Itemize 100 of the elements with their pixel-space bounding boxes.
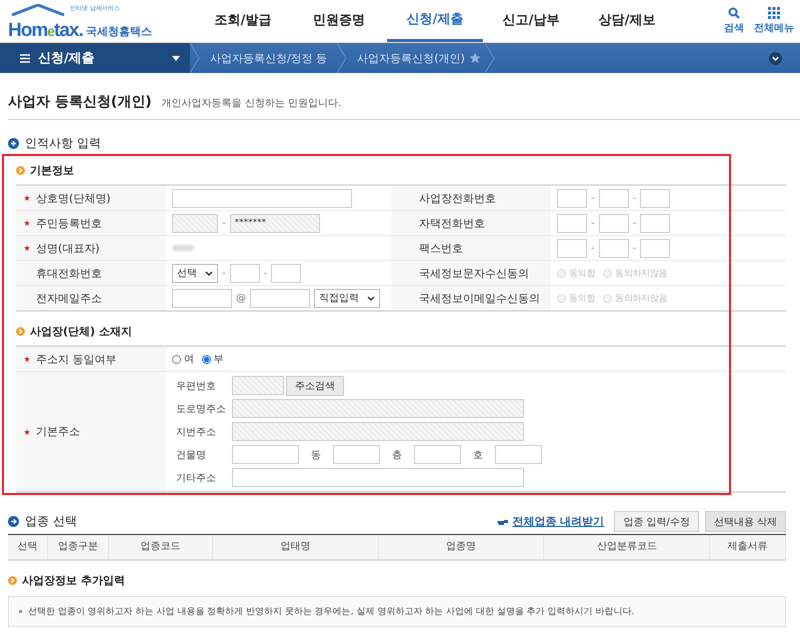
- arrow-circle-icon: [16, 166, 25, 175]
- nav-tab[interactable]: 신고/납부: [483, 0, 579, 42]
- page-title: 사업자 등록신청(개인): [8, 93, 152, 111]
- field-label: 기본주소: [36, 424, 80, 439]
- download-link[interactable]: 전체업종 내려받기: [497, 514, 604, 529]
- column-header: 제출서류: [710, 535, 786, 559]
- action-button[interactable]: 업종 입력/수정: [614, 511, 699, 532]
- separator: -: [591, 218, 595, 228]
- field-label: 사업장전화번호: [419, 192, 496, 204]
- field-label: 지번주소: [176, 426, 217, 438]
- carrier-select[interactable]: 선택: [172, 264, 218, 282]
- field-label: 건물명: [176, 448, 207, 462]
- input-field[interactable]: [333, 445, 380, 464]
- grid-icon: [768, 7, 780, 19]
- input-field[interactable]: [495, 445, 542, 464]
- subsection-title: 기본정보: [30, 163, 74, 178]
- field-label: 층: [391, 448, 403, 462]
- house-roof-icon: [10, 4, 66, 16]
- separator: -: [632, 242, 636, 254]
- radio-option[interactable]: 부: [202, 352, 224, 366]
- field-label: 주민등록번호: [36, 216, 102, 230]
- chevron-icon: [190, 43, 200, 73]
- page-subtitle: 개인사업자등록을 신청하는 민원입니다.: [162, 97, 342, 110]
- address-search-button[interactable]: 주소검색: [286, 376, 344, 396]
- input-field[interactable]: [557, 188, 587, 208]
- subsection-title: 사업장정보 추가입력: [22, 573, 125, 588]
- input-field[interactable]: [598, 188, 629, 208]
- blurred-name: [172, 245, 194, 251]
- section-title: 인적사항 입력: [25, 135, 101, 152]
- input-field[interactable]: [414, 445, 461, 464]
- field-label: 휴대전화번호: [36, 266, 102, 280]
- menu-dropdown[interactable]: 신청/제출: [0, 43, 190, 73]
- building-field[interactable]: [232, 445, 299, 464]
- separator: -: [591, 242, 595, 254]
- column-header: 업종코드: [109, 535, 214, 559]
- radio-option[interactable]: 여: [172, 352, 194, 366]
- chevron-down-icon: [367, 296, 375, 300]
- input-field[interactable]: [271, 264, 302, 282]
- input-field[interactable]: [640, 238, 670, 258]
- nav-tab[interactable]: 조회/발급: [195, 0, 291, 42]
- field-label: 팩스번호: [419, 242, 463, 254]
- input-field[interactable]: [557, 238, 587, 258]
- star-icon[interactable]: [468, 52, 481, 64]
- field-label: 동: [310, 448, 322, 462]
- chevron-icon: [484, 43, 495, 73]
- nav-tab[interactable]: 상담/제보: [579, 0, 675, 42]
- section-title: 업종 선택: [25, 513, 77, 530]
- menu-icon: [20, 54, 30, 62]
- input-field[interactable]: [172, 188, 352, 208]
- input-field[interactable]: [230, 264, 260, 282]
- field-label: 성명(대표자): [36, 240, 100, 256]
- field-label: 도로명주소: [176, 402, 227, 416]
- field-label: 주소지 동일여부: [36, 352, 116, 366]
- search-icon: [728, 7, 740, 19]
- input-field[interactable]: [250, 288, 310, 308]
- chevron-icon: [337, 43, 348, 73]
- arrow-circle-icon: [8, 516, 19, 527]
- logo-wordmark[interactable]: Hometax.: [8, 20, 83, 42]
- other-address-field[interactable]: [232, 468, 524, 487]
- domain-select[interactable]: 직접입력: [314, 288, 380, 308]
- arrow-circle-icon: [16, 327, 25, 336]
- separator: -: [264, 268, 268, 278]
- column-header: 업종명: [378, 535, 544, 559]
- expand-icon[interactable]: [769, 52, 782, 64]
- caret-icon: [172, 56, 180, 60]
- input-field[interactable]: [598, 214, 629, 232]
- column-header: 선택: [8, 535, 48, 559]
- column-header: 업종구분: [48, 535, 110, 559]
- input-field[interactable]: [640, 214, 670, 232]
- subsection-title: 사업장(단체) 소재지: [30, 324, 132, 339]
- at-sign: @: [236, 292, 246, 304]
- separator: -: [632, 192, 636, 204]
- field-label: 자택전화번호: [419, 216, 485, 230]
- field-label: 전자메일주소: [36, 290, 102, 306]
- field-label: 우편번호: [176, 380, 217, 392]
- field-label: 기타주소: [176, 472, 217, 484]
- field-label: 국세정보문자수신동의: [419, 266, 529, 280]
- breadcrumb-link[interactable]: 사업자등록신청/정정 등: [200, 50, 338, 66]
- input-field[interactable]: [598, 238, 629, 258]
- separator: -: [222, 218, 226, 228]
- search-button[interactable]: 검색: [724, 0, 744, 42]
- notice-text: 선택한 업종이 영위하고자 하는 사업 내용을 정확하게 반영하지 못하는 경우에는, 실제 영위하고자 하는 사업에 대한 설명을 추가 입력하시기 바랍니다.: [19, 605, 775, 618]
- input-field[interactable]: [172, 288, 232, 308]
- column-header: 업태명: [213, 535, 379, 559]
- field-label: 국세정보이메일수신동의: [419, 292, 540, 304]
- field-label: 호: [472, 448, 484, 462]
- menu-button[interactable]: 전체메뉴: [754, 0, 794, 42]
- column-header: 산업분류코드: [544, 535, 710, 559]
- separator: -: [632, 218, 636, 228]
- input-field[interactable]: [640, 188, 670, 208]
- separator: -: [222, 268, 226, 278]
- arrow-circle-icon: [8, 576, 17, 585]
- nav-tab[interactable]: 민원증명: [291, 0, 387, 42]
- action-button[interactable]: 선택내용 삭제: [704, 511, 786, 532]
- logo-name: 국세청홈택스: [86, 24, 152, 40]
- chevron-down-icon: [205, 270, 213, 276]
- breadcrumb-link[interactable]: 사업자등록신청(개인): [347, 50, 469, 66]
- field-label: 상호명(단체명): [36, 190, 111, 206]
- input-field[interactable]: [557, 214, 587, 232]
- plus-circle-icon: [8, 138, 19, 149]
